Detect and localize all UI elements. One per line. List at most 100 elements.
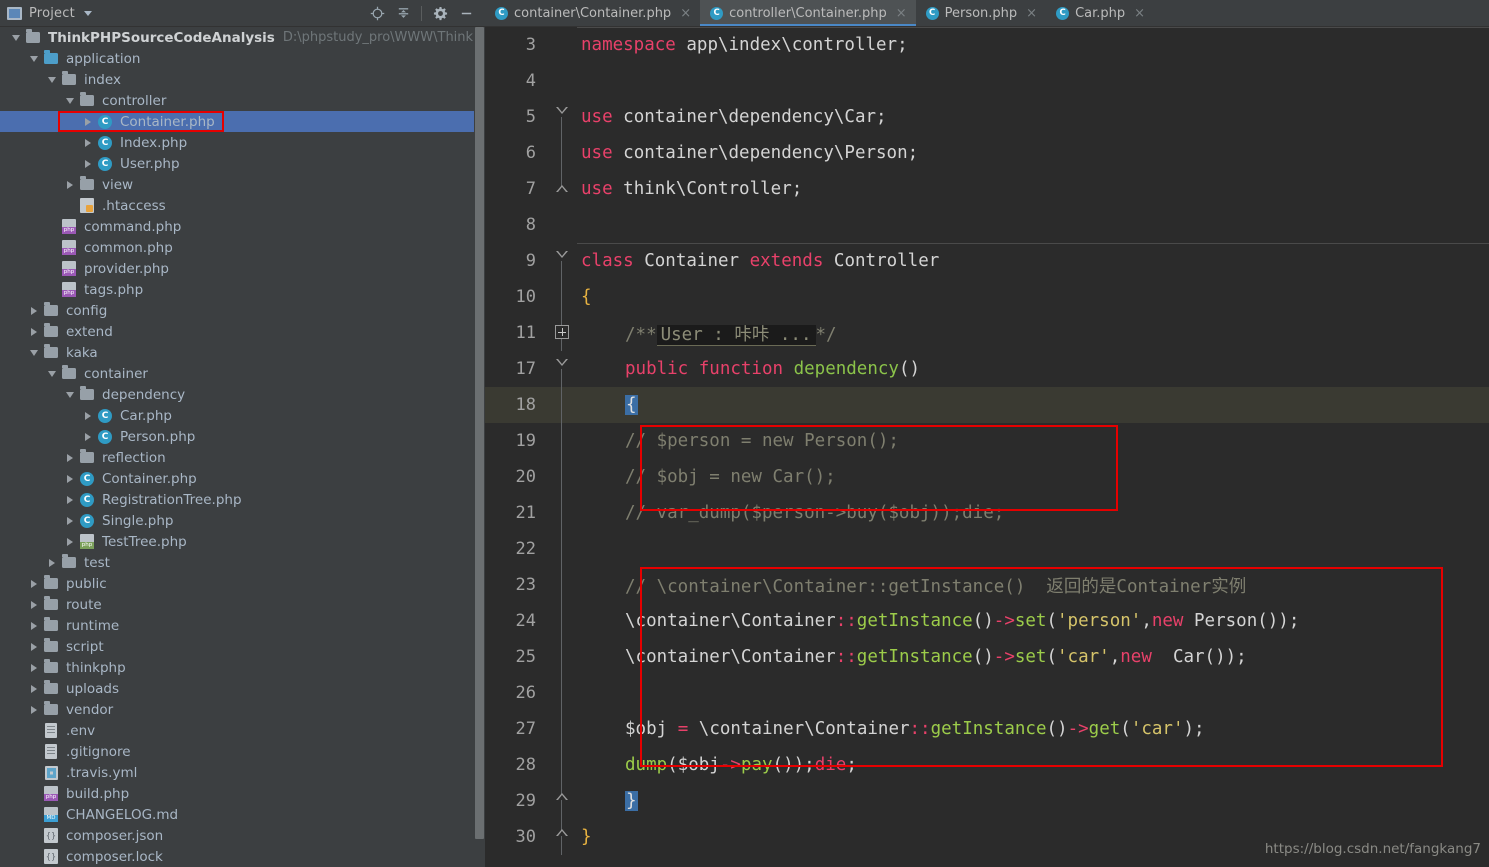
tree-item[interactable]: .htaccess — [0, 195, 485, 216]
chevron-right-icon[interactable] — [62, 453, 77, 462]
tree-item[interactable]: reflection — [0, 447, 485, 468]
fold-collapse-up-icon[interactable] — [556, 793, 568, 800]
chevron-right-icon[interactable] — [62, 474, 77, 483]
chevron-right-icon[interactable] — [80, 117, 95, 126]
close-icon[interactable]: × — [1134, 6, 1145, 21]
tree-item[interactable]: runtime — [0, 615, 485, 636]
chevron-right-icon[interactable] — [62, 516, 77, 525]
chevron-right-icon[interactable] — [26, 621, 41, 630]
fold-gutter[interactable] — [547, 99, 577, 135]
tree-item[interactable]: index — [0, 69, 485, 90]
sidebar-scrollbar[interactable] — [474, 27, 485, 867]
close-icon[interactable]: × — [680, 6, 691, 21]
tree-item[interactable]: tags.php — [0, 279, 485, 300]
editor-tab[interactable]: C Person.php × — [916, 0, 1046, 26]
fold-collapse-up-icon[interactable] — [556, 829, 568, 836]
minimize-icon[interactable] — [453, 1, 479, 25]
tree-item[interactable]: provider.php — [0, 258, 485, 279]
collapse-all-icon[interactable] — [390, 1, 416, 25]
fold-collapse-down-icon[interactable] — [556, 359, 568, 366]
chevron-right-icon[interactable] — [62, 180, 77, 189]
tree-item[interactable]: thinkphp — [0, 657, 485, 678]
fold-expand-icon[interactable] — [555, 325, 569, 339]
chevron-right-icon[interactable] — [80, 432, 95, 441]
close-icon[interactable]: × — [896, 6, 907, 21]
fold-gutter[interactable] — [547, 819, 577, 855]
close-icon[interactable]: × — [1026, 6, 1037, 21]
tree-item[interactable]: view — [0, 174, 485, 195]
fold-gutter[interactable] — [547, 243, 577, 279]
tree-item[interactable]: ThinkPHPSourceCodeAnalysis D:\phpstudy_pr… — [0, 27, 485, 48]
tree-item[interactable]: C Person.php — [0, 426, 485, 447]
fold-gutter[interactable] — [547, 351, 577, 387]
tree-item[interactable]: dependency — [0, 384, 485, 405]
chevron-down-icon[interactable] — [83, 10, 92, 16]
tree-item[interactable]: C Single.php — [0, 510, 485, 531]
project-tree[interactable]: ThinkPHPSourceCodeAnalysis D:\phpstudy_pr… — [0, 27, 485, 867]
chevron-down-icon[interactable] — [26, 349, 41, 356]
chevron-right-icon[interactable] — [26, 306, 41, 315]
chevron-down-icon[interactable] — [62, 391, 77, 398]
chevron-right-icon[interactable] — [80, 411, 95, 420]
editor-tab[interactable]: C Car.php × — [1046, 0, 1154, 26]
tree-item[interactable]: TestTree.php — [0, 531, 485, 552]
tree-item[interactable]: application — [0, 48, 485, 69]
tree-item-selected[interactable]: C Container.php — [0, 111, 485, 132]
fold-collapse-down-icon[interactable] — [556, 251, 568, 258]
folded-comment-placeholder[interactable]: User : 咔咔 ... — [656, 324, 816, 346]
chevron-right-icon[interactable] — [26, 600, 41, 609]
tree-item[interactable]: command.php — [0, 216, 485, 237]
tree-item[interactable]: CHANGELOG.md — [0, 804, 485, 825]
tree-item[interactable]: .gitignore — [0, 741, 485, 762]
chevron-right-icon[interactable] — [26, 642, 41, 651]
editor-tab[interactable]: Ccontainer\Container.php × — [485, 0, 700, 26]
tree-item[interactable]: C Index.php — [0, 132, 485, 153]
chevron-right-icon[interactable] — [62, 537, 77, 546]
chevron-right-icon[interactable] — [44, 558, 59, 567]
tree-item[interactable]: vendor — [0, 699, 485, 720]
tree-item[interactable]: composer.json — [0, 825, 485, 846]
chevron-right-icon[interactable] — [26, 705, 41, 714]
fold-collapse-up-icon[interactable] — [556, 185, 568, 192]
fold-collapse-down-icon[interactable] — [556, 107, 568, 114]
chevron-down-icon[interactable] — [8, 34, 23, 41]
sidebar-scrollbar-thumb[interactable] — [475, 27, 484, 839]
tree-item[interactable]: container — [0, 363, 485, 384]
chevron-right-icon[interactable] — [80, 138, 95, 147]
chevron-down-icon[interactable] — [26, 55, 41, 62]
chevron-down-icon[interactable] — [44, 76, 59, 83]
tree-item[interactable]: script — [0, 636, 485, 657]
tree-item[interactable]: public — [0, 573, 485, 594]
tree-item[interactable]: C Container.php — [0, 468, 485, 489]
tree-item[interactable]: config — [0, 300, 485, 321]
chevron-right-icon[interactable] — [26, 579, 41, 588]
editor-tab[interactable]: Ccontroller\Container.php × — [700, 0, 916, 26]
tree-item[interactable]: C RegistrationTree.php — [0, 489, 485, 510]
tree-item[interactable]: C Car.php — [0, 405, 485, 426]
chevron-right-icon[interactable] — [26, 684, 41, 693]
tree-item[interactable]: controller — [0, 90, 485, 111]
fold-gutter[interactable] — [547, 783, 577, 819]
tree-item[interactable]: route — [0, 594, 485, 615]
chevron-down-icon[interactable] — [44, 370, 59, 377]
fold-gutter[interactable] — [547, 315, 577, 351]
tree-item[interactable]: uploads — [0, 678, 485, 699]
locate-target-icon[interactable] — [364, 1, 390, 25]
tree-item[interactable]: composer.lock — [0, 846, 485, 867]
chevron-right-icon[interactable] — [62, 495, 77, 504]
tree-item[interactable]: common.php — [0, 237, 485, 258]
tree-item[interactable]: C User.php — [0, 153, 485, 174]
chevron-right-icon[interactable] — [80, 159, 95, 168]
fold-gutter[interactable] — [547, 171, 577, 207]
tree-item[interactable]: .travis.yml — [0, 762, 485, 783]
tree-item[interactable]: test — [0, 552, 485, 573]
chevron-right-icon[interactable] — [26, 663, 41, 672]
tree-item[interactable]: extend — [0, 321, 485, 342]
gear-icon[interactable] — [427, 1, 453, 25]
tree-item[interactable]: .env — [0, 720, 485, 741]
code-viewport[interactable]: 3 namespace app\index\controller; 4 5 us… — [485, 27, 1489, 867]
chevron-right-icon[interactable] — [26, 327, 41, 336]
tree-item[interactable]: kaka — [0, 342, 485, 363]
tree-item[interactable]: build.php — [0, 783, 485, 804]
chevron-down-icon[interactable] — [62, 97, 77, 104]
